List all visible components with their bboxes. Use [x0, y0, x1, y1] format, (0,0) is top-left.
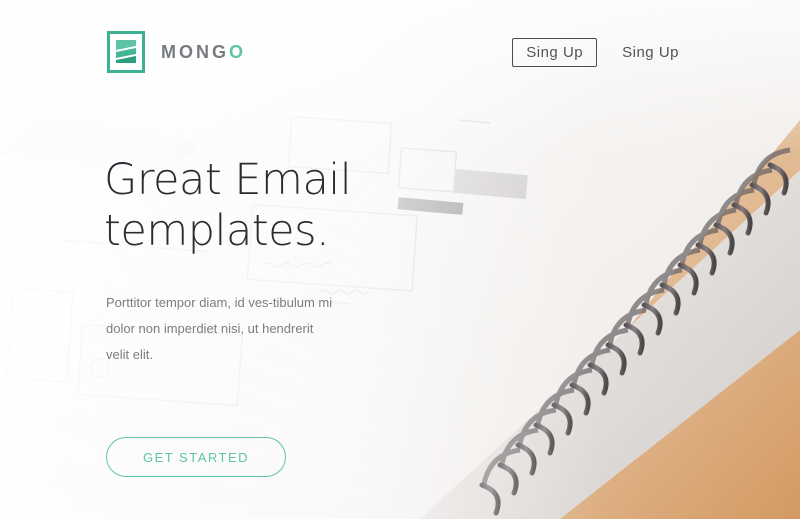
hero-headline-line-1: Great Email — [104, 155, 352, 205]
top-nav: Sing Up Sing Up — [512, 38, 693, 67]
mongo-logo-icon — [107, 31, 145, 73]
brand-name-accent: O — [229, 41, 247, 62]
hero-headline: Great Email templates. — [104, 155, 444, 257]
brand-name: MONGO — [161, 42, 246, 63]
hero-section: MONGO Sing Up Sing Up Great Email templa… — [0, 0, 800, 519]
hero-description: Porttitor tempor diam, id ves-tibulum mi… — [106, 295, 333, 362]
brand-name-main: MONG — [161, 41, 229, 62]
get-started-button[interactable]: GET STARTED — [106, 437, 286, 477]
hero-headline-line-2: templates. — [104, 206, 330, 256]
signup-plain-button[interactable]: Sing Up — [608, 38, 693, 67]
brand-logo[interactable]: MONGO — [107, 31, 246, 73]
signup-outlined-button[interactable]: Sing Up — [512, 38, 598, 67]
